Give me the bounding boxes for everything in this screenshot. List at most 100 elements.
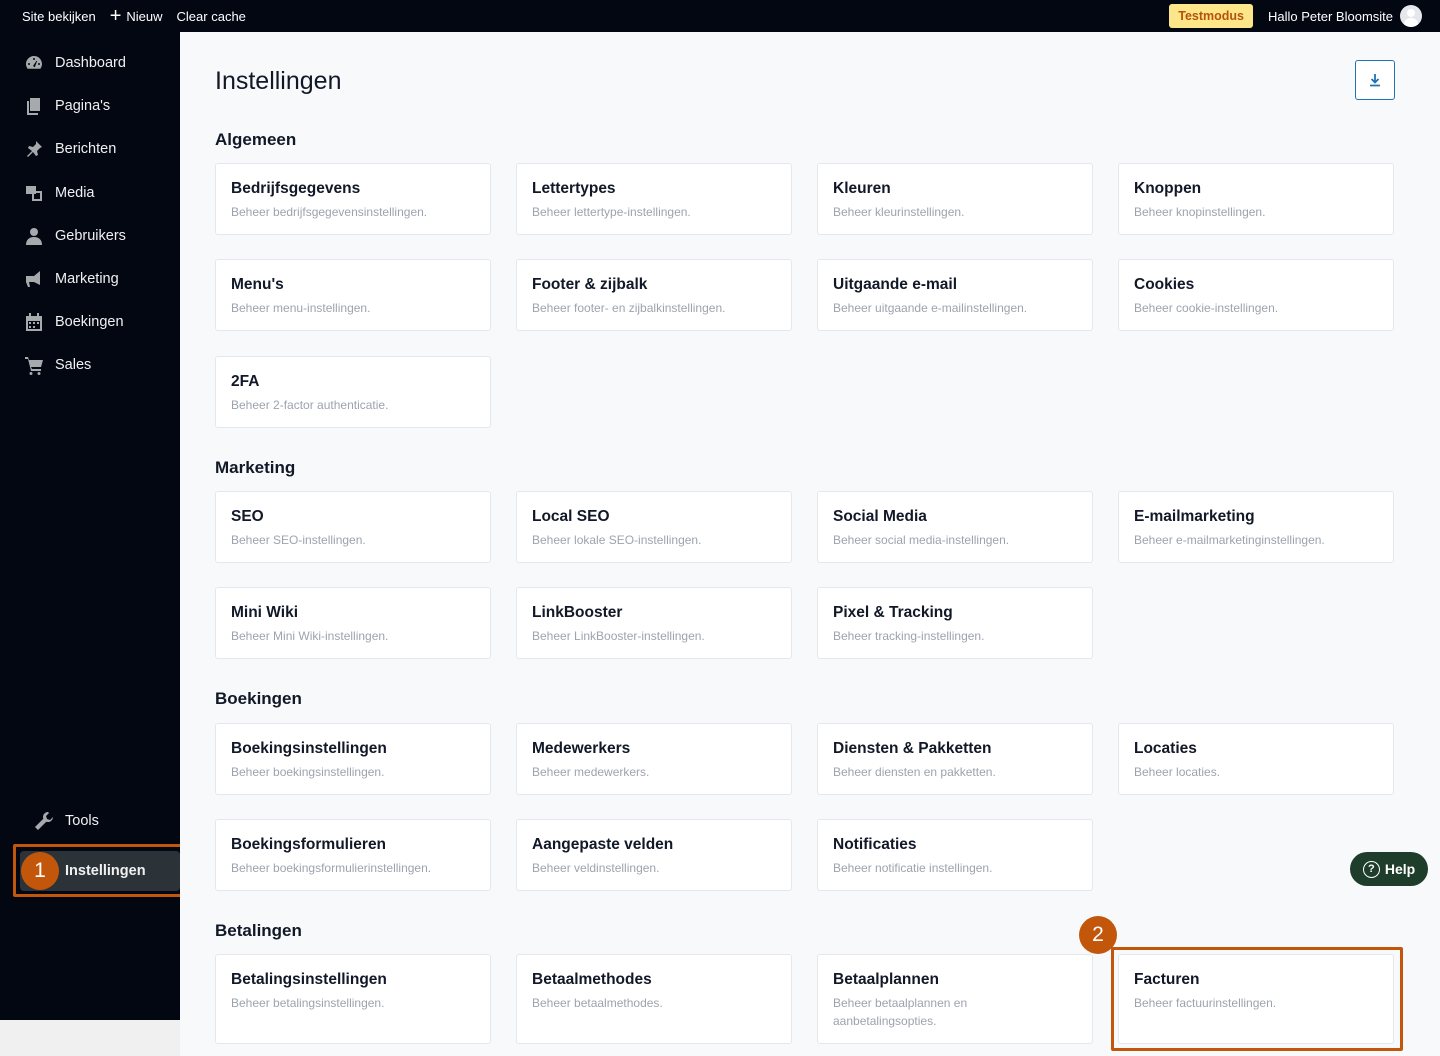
settings-card-footer-zijbalk[interactable]: Footer & zijbalk Beheer footer- en zijbal… xyxy=(516,259,792,331)
settings-card-pixel-tracking[interactable]: Pixel & Tracking Beheer tracking-instelli… xyxy=(817,587,1093,659)
settings-card-knoppen[interactable]: Knoppen Beheer knopinstellingen. xyxy=(1118,163,1394,235)
card-description: Beheer Mini Wiki-instellingen. xyxy=(231,629,389,643)
settings-card-mini-wiki[interactable]: Mini Wiki Beheer Mini Wiki-instellingen. xyxy=(215,587,491,659)
card-title: Diensten & Pakketten xyxy=(833,740,992,757)
account-menu[interactable]: Hallo Peter Bloomsite xyxy=(1268,5,1440,27)
help-button[interactable]: ? Help xyxy=(1350,852,1428,886)
help-label: Help xyxy=(1384,861,1416,877)
settings-card-emailmarketing[interactable]: E-mailmarketing Beheer e-mailmarketingins… xyxy=(1118,491,1394,563)
settings-card-boekingsformulieren[interactable]: Boekingsformulieren Beheer boekingsformul… xyxy=(215,819,491,891)
step-marker-1: 1 xyxy=(21,852,59,890)
sidebar-item-boekingen[interactable]: Boekingen xyxy=(0,302,180,342)
card-title: Betaalmethodes xyxy=(532,971,652,988)
card-title: Pixel & Tracking xyxy=(833,604,953,621)
card-description: Beheer SEO-instellingen. xyxy=(231,533,366,547)
card-description: Beheer locaties. xyxy=(1134,765,1221,779)
settings-card-boekingsinstellingen[interactable]: Boekingsinstellingen Beheer boekingsinste… xyxy=(215,723,491,795)
sidebar-item-tools[interactable]: Tools xyxy=(0,801,180,841)
card-description: Beheer knopinstellingen. xyxy=(1134,205,1266,219)
sidebar-item-label: Boekingen xyxy=(55,314,124,330)
view-site-link[interactable]: Site bekijken xyxy=(0,0,103,32)
settings-card-local-seo[interactable]: Local SEO Beheer lokale SEO-instellingen. xyxy=(516,491,792,563)
card-title: Medewerkers xyxy=(532,740,631,757)
card-description: Beheer diensten en pakketten. xyxy=(833,765,996,779)
settings-card-lettertypes[interactable]: Lettertypes Beheer lettertype-instellinge… xyxy=(516,163,792,235)
settings-card-betaalmethodes[interactable]: Betaalmethodes Beheer betaalmethodes. xyxy=(516,954,792,1044)
card-title: Boekingsinstellingen xyxy=(231,740,387,757)
sidebar-item-label: Sales xyxy=(55,357,92,373)
calendar-icon xyxy=(23,311,45,333)
settings-card-medewerkers[interactable]: Medewerkers Beheer medewerkers. xyxy=(516,723,792,795)
settings-card-locaties[interactable]: Locaties Beheer locaties. xyxy=(1118,723,1394,795)
media-icon xyxy=(23,182,45,204)
card-description: Beheer cookie-instellingen. xyxy=(1134,301,1279,315)
card-title: Facturen xyxy=(1134,971,1200,988)
settings-card-betaalplannen[interactable]: Betaalplannen Beheer betaalplannen en aan… xyxy=(817,954,1093,1044)
sidebar-item-dashboard[interactable]: Dashboard xyxy=(0,43,180,83)
page-title: Instellingen xyxy=(215,67,342,95)
sidebar-item-paginas[interactable]: Pagina's xyxy=(0,86,180,126)
settings-card-uitgaande-email[interactable]: Uitgaande e-mail Beheer uitgaande e-maili… xyxy=(817,259,1093,331)
card-description: Beheer betalingsinstellingen. xyxy=(231,996,385,1010)
greeting-text: Hallo Peter Bloomsite xyxy=(1268,8,1393,24)
card-title: SEO xyxy=(231,508,264,525)
settings-card-2fa[interactable]: 2FA Beheer 2-factor authenticatie. xyxy=(215,356,491,428)
card-title: Betaalplannen xyxy=(833,971,939,988)
settings-card-kleuren[interactable]: Kleuren Beheer kleurinstellingen. xyxy=(817,163,1093,235)
card-title: Aangepaste velden xyxy=(532,836,674,853)
card-title: Local SEO xyxy=(532,508,610,525)
settings-card-notificaties[interactable]: Notificaties Beheer notificatie instellin… xyxy=(817,819,1093,891)
card-description: Beheer 2-factor authenticatie. xyxy=(231,398,389,412)
new-menu[interactable]: + Nieuw xyxy=(103,0,170,32)
card-description: Beheer LinkBooster-instellingen. xyxy=(532,629,705,643)
card-title: Mini Wiki xyxy=(231,604,299,621)
sidebar-item-label: Instellingen xyxy=(65,863,146,879)
question-icon: ? xyxy=(1362,860,1380,878)
settings-card-bedrijfsgegevens[interactable]: Bedrijfsgegevens Beheer bedrijfsgegevensi… xyxy=(215,163,491,235)
card-description: Beheer tracking-instellingen. xyxy=(833,629,985,643)
card-title: 2FA xyxy=(231,373,260,390)
card-title: LinkBooster xyxy=(532,604,623,621)
sidebar-item-label: Dashboard xyxy=(55,55,126,71)
card-description: Beheer uitgaande e-mailinstellingen. xyxy=(833,301,1028,315)
sidebar-item-gebruikers[interactable]: Gebruikers xyxy=(0,216,180,256)
sidebar-item-sales[interactable]: Sales xyxy=(0,345,180,385)
settings-card-facturen[interactable]: Facturen Beheer factuurinstellingen. xyxy=(1118,954,1394,1044)
section-title-boekingen: Boekingen xyxy=(215,689,302,708)
user-icon xyxy=(23,225,45,247)
card-title: Footer & zijbalk xyxy=(532,276,648,293)
clear-cache-link[interactable]: Clear cache xyxy=(170,0,253,32)
sidebar-item-label: Marketing xyxy=(55,271,119,287)
sidebar-item-marketing[interactable]: Marketing xyxy=(0,259,180,299)
section-title-betalingen: Betalingen xyxy=(215,921,302,940)
sidebar-item-label: Tools xyxy=(65,813,99,829)
card-title: Kleuren xyxy=(833,180,891,197)
card-title: Locaties xyxy=(1134,740,1197,757)
download-button[interactable] xyxy=(1355,60,1395,100)
step-marker-2: 2 xyxy=(1079,916,1117,954)
wrench-icon xyxy=(33,810,55,832)
test-mode-badge[interactable]: Testmodus xyxy=(1169,4,1253,28)
plus-icon: + xyxy=(109,5,122,27)
card-description: Beheer boekingsformulierinstellingen. xyxy=(231,861,432,875)
avatar xyxy=(1400,5,1422,27)
section-title-algemeen: Algemeen xyxy=(215,130,297,149)
download-icon xyxy=(1370,74,1380,87)
settings-card-diensten-pakketten[interactable]: Diensten & Pakketten Beheer diensten en p… xyxy=(817,723,1093,795)
sidebar-item-berichten[interactable]: Berichten xyxy=(0,129,180,169)
settings-card-social-media[interactable]: Social Media Beheer social media-instelli… xyxy=(817,491,1093,563)
settings-card-menus[interactable]: Menu's Beheer menu-instellingen. xyxy=(215,259,491,331)
card-title: Notificaties xyxy=(833,836,917,853)
card-title: Social Media xyxy=(833,508,927,525)
settings-card-betalingsinstellingen[interactable]: Betalingsinstellingen Beheer betalingsins… xyxy=(215,954,491,1044)
card-description: Beheer footer- en zijbalkinstellingen. xyxy=(532,301,726,315)
sidebar-item-media[interactable]: Media xyxy=(0,173,180,213)
settings-card-linkbooster[interactable]: LinkBooster Beheer LinkBooster-instelling… xyxy=(516,587,792,659)
card-description: Beheer e-mailmarketinginstellingen. xyxy=(1134,533,1325,547)
settings-card-seo[interactable]: SEO Beheer SEO-instellingen. xyxy=(215,491,491,563)
settings-card-cookies[interactable]: Cookies Beheer cookie-instellingen. xyxy=(1118,259,1394,331)
settings-card-aangepaste-velden[interactable]: Aangepaste velden Beheer veldinstellingen… xyxy=(516,819,792,891)
card-description: Beheer veldinstellingen. xyxy=(532,861,660,875)
card-title: Menu's xyxy=(231,276,284,293)
dashboard-icon xyxy=(23,52,45,74)
